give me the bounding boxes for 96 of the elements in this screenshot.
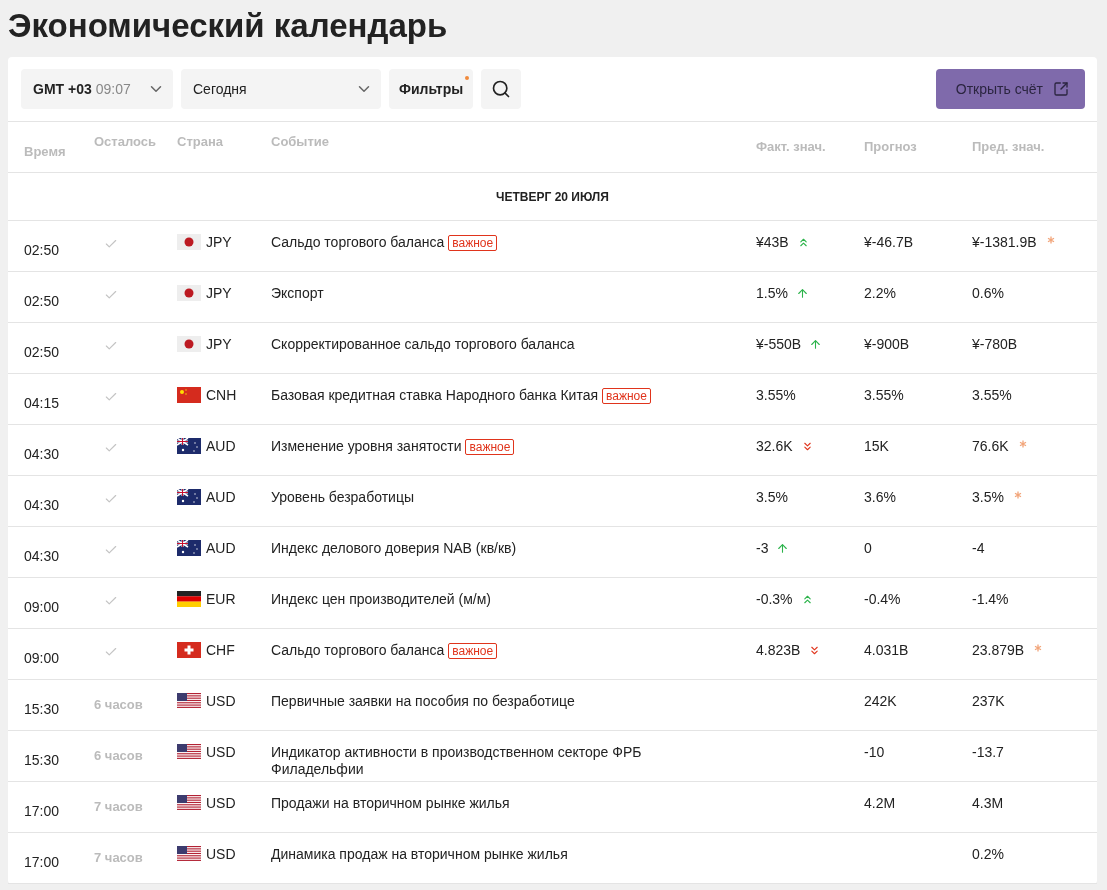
previous-value: 76.6K	[972, 438, 1009, 455]
event-name: Индекс цен производителей (м/м)	[271, 591, 492, 607]
previous-value: -4	[972, 540, 985, 557]
forecast-value: -10	[864, 744, 885, 761]
forecast-value: 4.031B	[864, 642, 909, 659]
forecast-value: 15K	[864, 438, 889, 455]
previous-value: ¥-780B	[972, 336, 1018, 353]
importance-tag: важное	[465, 439, 515, 455]
time-cell-text: 02:50	[24, 292, 60, 309]
time-cell-text: 04:30	[24, 496, 60, 513]
time-cell-text: 15:30	[24, 700, 60, 717]
currency-code: JPY	[206, 336, 232, 352]
event-name: Первичные заявки на пособия по безработице	[271, 693, 575, 709]
column-header: Событие	[271, 133, 331, 149]
previous-value: 0.6%	[972, 285, 1004, 302]
event-name: Уровень безработицы	[271, 489, 414, 505]
forecast-value: 3.6%	[864, 489, 896, 506]
remaining-time: 7 часов	[94, 849, 143, 865]
time-cell-text: 09:00	[24, 649, 60, 666]
remaining-time: 7 часов	[94, 798, 143, 814]
previous-value: -1.4%	[972, 591, 1009, 608]
search-button[interactable]	[481, 69, 522, 109]
currency-code: USD	[206, 744, 236, 760]
forecast-value: 0	[864, 540, 872, 557]
time-cell-text: 02:50	[24, 343, 60, 360]
currency-code: EUR	[206, 591, 236, 607]
forecast-value: 4.2M	[864, 795, 896, 812]
currency-code: USD	[206, 693, 236, 709]
actual-value: 1.5%	[756, 285, 788, 302]
previous-value: 3.55%	[972, 387, 1012, 404]
event-name: Сальдо торгового баланса	[271, 642, 445, 658]
importance-tag: важное	[448, 235, 498, 251]
currency-code: JPY	[206, 234, 232, 250]
currency-code: JPY	[206, 285, 232, 301]
time-cell-text: 02:50	[24, 241, 60, 258]
forecast-value: 3.55%	[864, 387, 904, 404]
column-header: Время	[24, 143, 67, 159]
forecast-value: ¥-46.7B	[864, 234, 914, 251]
previous-value: 0.2%	[972, 846, 1004, 863]
currency-code: AUD	[206, 438, 236, 454]
time-cell-text: 04:30	[24, 445, 60, 462]
day-heading: ЧЕТВЕРГ 20 ИЮЛЯ	[496, 189, 609, 204]
event-name: Экспорт	[271, 285, 324, 301]
event-name: Сальдо торгового баланса	[271, 234, 445, 250]
time-cell-text: 04:30	[24, 547, 60, 564]
currency-code: CNH	[206, 387, 237, 403]
previous-value: 4.3M	[972, 795, 1004, 812]
currency-code: USD	[206, 795, 236, 811]
remaining-time: 6 часов	[94, 696, 143, 712]
previous-value: 3.5%	[972, 489, 1004, 506]
filters-button[interactable]: Фильтры	[389, 69, 474, 109]
event-name: Базовая кредитная ставка Народного банка Китая	[271, 387, 598, 403]
column-header: Факт. знач.	[756, 138, 827, 154]
column-header: Осталось	[94, 133, 158, 149]
previous-value: ¥-1381.9B	[972, 234, 1037, 251]
external-link-icon	[1053, 81, 1069, 97]
event-name: Динамика продаж на вторичном рынке жилья	[271, 846, 568, 862]
event-name: Индекс делового доверия NAB (кв/кв)	[271, 540, 517, 556]
time-cell-text: 17:00	[24, 853, 60, 870]
actual-value: ¥43B	[756, 234, 789, 251]
importance-tag: важное	[602, 388, 651, 404]
page-title: Экономический календарь	[8, 6, 449, 46]
currency-code: CHF	[206, 642, 235, 658]
actual-value: 3.55%	[756, 387, 796, 404]
currency-code: AUD	[206, 489, 236, 505]
column-header: Прогноз	[864, 138, 918, 154]
remaining-time: 6 часов	[94, 747, 143, 763]
event-name: Изменение уровня занятости	[271, 438, 462, 454]
previous-value: 23.879B	[972, 642, 1025, 659]
time-cell-text: 15:30	[24, 751, 60, 768]
currency-code: USD	[206, 846, 236, 862]
event-name: Продажи на вторичном рынке жилья	[271, 795, 510, 811]
previous-value: -13.7	[972, 744, 1004, 761]
currency-code: AUD	[206, 540, 236, 556]
column-header: Страна	[177, 133, 224, 149]
actual-value: 3.5%	[756, 489, 788, 506]
importance-tag: важное	[448, 643, 498, 659]
actual-value: 32.6K	[756, 438, 793, 455]
forecast-value: 2.2%	[864, 285, 896, 302]
forecast-value: 242K	[864, 693, 897, 710]
previous-value: 237K	[972, 693, 1005, 710]
column-header: Пред. знач.	[972, 138, 1046, 154]
event-name: Индикатор активности в производственном секторе ФРБ Филадельфии	[271, 744, 642, 777]
search-icon	[491, 79, 512, 99]
actual-value: ¥-550B	[756, 336, 802, 353]
event-name: Скорректированное сальдо торгового баланса	[271, 336, 575, 352]
forecast-value: -0.4%	[864, 591, 901, 608]
actual-value: 4.823B	[756, 642, 801, 659]
actual-value: -0.3%	[756, 591, 793, 608]
period-select[interactable]: Сегодня	[181, 69, 381, 109]
time-cell-text: 17:00	[24, 802, 60, 819]
actual-value: -3	[756, 540, 769, 557]
forecast-value: ¥-900B	[864, 336, 910, 353]
timezone-select[interactable]: GMT +03 09:07	[21, 69, 173, 109]
time-cell-text: 09:00	[24, 598, 60, 615]
time-cell-text: 04:15	[24, 394, 60, 411]
